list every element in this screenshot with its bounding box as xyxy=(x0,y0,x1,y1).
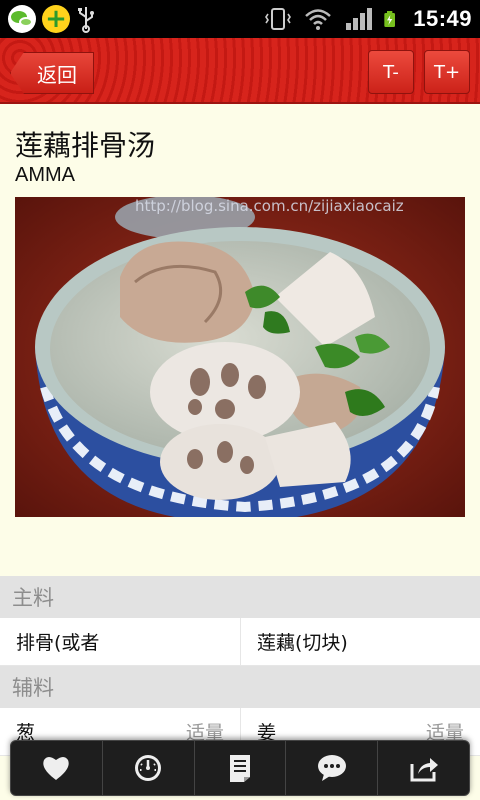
timer-button[interactable] xyxy=(101,741,194,795)
font-smaller-button[interactable]: T- xyxy=(368,50,414,94)
ingredient-cell: 莲藕(切块) xyxy=(240,618,480,665)
comment-icon xyxy=(317,755,346,781)
favorite-button[interactable] xyxy=(11,741,102,795)
clock: 15:49 xyxy=(413,6,472,31)
back-button[interactable]: 返回 xyxy=(10,52,94,94)
main-ingredients-header: 主料 xyxy=(0,576,480,618)
heart-icon xyxy=(43,757,70,780)
ingredient-name: 排骨(或者 xyxy=(16,632,100,654)
share-icon xyxy=(410,758,438,782)
bottom-toolbar xyxy=(10,740,470,796)
soup-bowl-image: http://blog.sina.com.cn/zijiaxiaocaiz xyxy=(15,197,465,517)
ingredient-name: 莲藕(切块) xyxy=(257,632,348,654)
notes-button[interactable] xyxy=(193,741,286,795)
ingredient-row: 排骨(或者 莲藕(切块) xyxy=(0,618,480,666)
status-bar: + 15:49 xyxy=(0,0,480,38)
font-larger-button[interactable]: T+ xyxy=(424,50,470,94)
ingredient-cell: 排骨(或者 xyxy=(0,618,240,665)
app-header: 返回 T- T+ xyxy=(0,38,480,104)
signal-icon xyxy=(346,8,373,30)
recipe-title: 莲藕排骨汤 xyxy=(15,129,156,162)
wechat-icon xyxy=(8,5,36,33)
plus-app-icon: + xyxy=(42,5,70,33)
usb-icon xyxy=(78,7,94,33)
recipe-author: AMMA xyxy=(15,164,75,186)
battery-charging-icon xyxy=(384,11,396,27)
recipe-photo: http://blog.sina.com.cn/zijiaxiaocaiz xyxy=(15,197,465,517)
share-button[interactable] xyxy=(377,741,469,795)
wifi-icon xyxy=(305,9,332,30)
vibrate-icon xyxy=(265,8,292,30)
photo-watermark: http://blog.sina.com.cn/zijiaxiaocaiz xyxy=(135,197,404,215)
comment-button[interactable] xyxy=(285,741,377,795)
notes-icon xyxy=(229,755,250,782)
timer-icon xyxy=(135,755,162,781)
aux-ingredients-header: 辅料 xyxy=(0,666,480,708)
